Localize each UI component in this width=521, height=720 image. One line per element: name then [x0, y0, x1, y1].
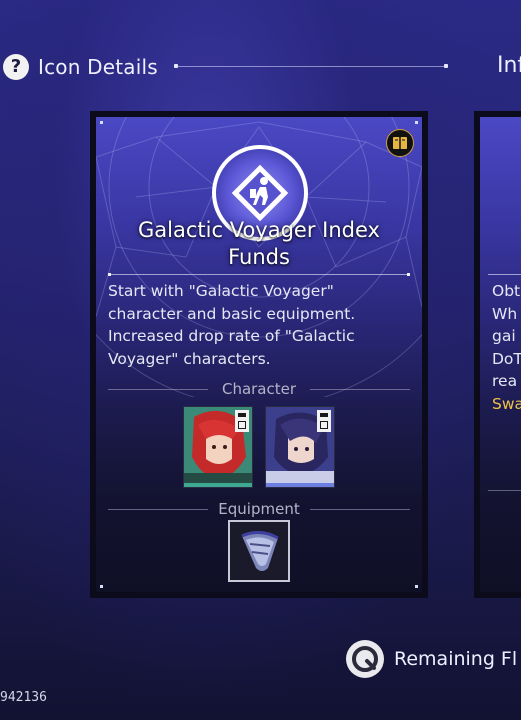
remaining-icon	[346, 640, 384, 678]
light-cone-icon	[241, 531, 279, 571]
description-line: gai	[492, 327, 516, 345]
path-tag-icon	[235, 410, 249, 432]
header-divider-end	[444, 64, 448, 68]
equipment-section-header: Equipment	[108, 500, 410, 518]
next-panel-title: Inf	[497, 53, 521, 78]
header-divider	[176, 66, 446, 67]
path-tag-icon	[317, 410, 331, 432]
corner-mark	[100, 585, 103, 588]
corner-mark	[415, 121, 418, 124]
fund-description: Start with "Galactic Voyager" character …	[108, 280, 412, 370]
next-fund-card[interactable]: Obt Wh gai DoT rea Swa	[474, 111, 521, 598]
screen: ? Icon Details Inf	[0, 0, 521, 720]
character-slot-red-haired[interactable]	[183, 406, 253, 488]
description-line: rea	[492, 372, 518, 390]
help-icon[interactable]: ?	[3, 54, 29, 80]
description-line: Voyager" characters.	[108, 349, 271, 368]
corner-mark	[415, 585, 418, 588]
section-divider	[488, 490, 521, 491]
book-icon[interactable]	[386, 129, 414, 157]
fund-title-line-2: Funds	[228, 245, 290, 269]
description-line: Obt	[492, 282, 521, 300]
corner-mark	[100, 121, 103, 124]
character-slot-dark-haired[interactable]	[265, 406, 335, 488]
description-line: DoT	[492, 349, 521, 368]
description-line: Increased drop rate of "Galactic	[108, 327, 355, 345]
character-section-header: Character	[108, 380, 410, 398]
header: ? Icon Details Inf	[0, 53, 521, 81]
equipment-slot[interactable]	[228, 520, 290, 582]
fund-card[interactable]: Galactic Voyager Index Funds Start with …	[90, 111, 428, 598]
fund-title: Galactic Voyager Index Funds	[96, 217, 422, 271]
fund-card-body: Galactic Voyager Index Funds Start with …	[96, 117, 422, 592]
uid-label: 942136	[0, 690, 47, 705]
next-fund-card-body: Obt Wh gai DoT rea Swa	[480, 117, 521, 592]
fund-title-line-1: Galactic Voyager Index	[138, 218, 380, 242]
description-line: Start with "Galactic Voyager"	[108, 282, 334, 300]
description-line: Wh	[492, 304, 518, 323]
remaining-button[interactable]: Remaining Fl	[346, 640, 521, 678]
remaining-label: Remaining Fl	[394, 648, 518, 670]
header-title: Icon Details	[38, 55, 158, 79]
title-divider	[488, 274, 521, 275]
rarity-bar	[184, 483, 252, 487]
next-card-description: Obt Wh gai DoT rea Swa	[492, 280, 521, 415]
description-line: character and basic equipment.	[108, 304, 356, 323]
title-divider	[108, 273, 410, 276]
rarity-bar	[266, 483, 334, 487]
description-line-highlight: Swa	[492, 394, 521, 413]
